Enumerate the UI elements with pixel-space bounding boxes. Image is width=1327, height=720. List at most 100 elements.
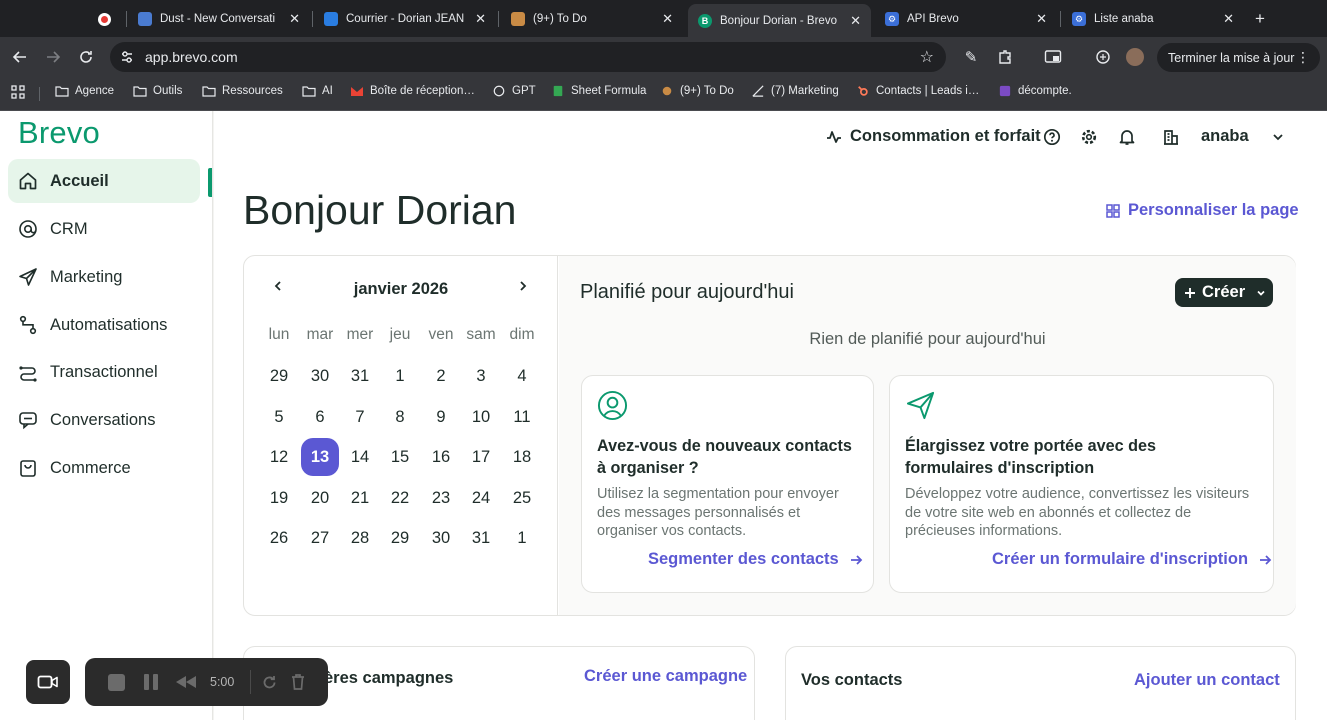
sidebar-item-automatisations[interactable]: Automatisations (8, 303, 200, 347)
sidebar-item-crm[interactable]: CRM (8, 207, 200, 251)
segment-contacts-link[interactable]: Segmenter des contacts (648, 550, 863, 569)
close-tab-icon[interactable]: ✕ (850, 13, 861, 29)
close-tab-icon[interactable]: ✕ (289, 11, 300, 27)
close-tab-icon[interactable]: ✕ (1223, 11, 1234, 27)
back-icon[interactable] (9, 46, 31, 68)
apps-grid-icon[interactable] (11, 85, 25, 99)
pen-icon[interactable]: ✎ (961, 47, 981, 67)
calendar-day-today[interactable]: 13 (301, 438, 339, 476)
bookmark-sheet-formula[interactable]: Sheet Formula (551, 85, 646, 97)
calendar-day[interactable]: 28 (341, 519, 379, 557)
update-browser-button[interactable]: Terminer la mise à jour ⋮ (1157, 43, 1320, 72)
calendar-day[interactable]: 9 (422, 398, 460, 436)
tab-liste-anaba[interactable]: ⚙ Liste anaba ✕ (1062, 5, 1244, 33)
close-tab-icon[interactable]: ✕ (662, 11, 673, 27)
notification-bell-icon[interactable] (1118, 128, 1136, 146)
bookmark-outils[interactable]: Outils (133, 85, 182, 97)
tab-api-brevo[interactable]: ⚙ API Brevo ✕ (875, 5, 1057, 33)
rewind-icon[interactable] (175, 672, 197, 692)
sidebar-item-commerce[interactable]: Commerce (8, 446, 200, 490)
brevo-logo[interactable]: Brevo (18, 115, 100, 151)
bookmark-star-icon[interactable]: ☆ (920, 47, 934, 67)
create-button[interactable]: Créer (1175, 278, 1273, 307)
calendar-day[interactable]: 8 (381, 398, 419, 436)
bookmark-agence[interactable]: Agence (55, 85, 114, 97)
tab-recording[interactable] (88, 5, 124, 33)
tab-dust[interactable]: Dust - New Conversati ✕ (128, 5, 310, 33)
calendar-day[interactable]: 16 (422, 438, 460, 476)
calendar-day[interactable]: 6 (301, 398, 339, 436)
calendar-day[interactable]: 14 (341, 438, 379, 476)
settings-gear-icon[interactable] (1080, 128, 1098, 146)
bookmark-todo[interactable]: (9+) To Do (660, 85, 734, 97)
sidebar-item-accueil[interactable]: Accueil (8, 159, 200, 203)
create-form-link[interactable]: Créer un formulaire d'inscription (992, 550, 1272, 569)
calendar-day[interactable]: 5 (260, 398, 298, 436)
stop-icon[interactable] (106, 672, 126, 692)
sidebar-item-conversations[interactable]: Conversations (8, 398, 200, 442)
calendar-day[interactable]: 11 (503, 398, 541, 436)
camera-toggle-button[interactable] (26, 660, 70, 704)
sync-icon[interactable] (1093, 47, 1113, 67)
calendar-day[interactable]: 29 (260, 357, 298, 395)
sidebar-item-transactionnel[interactable]: Transactionnel (8, 350, 200, 394)
bookmark-gpt[interactable]: GPT (492, 85, 536, 97)
calendar-day[interactable]: 1 (381, 357, 419, 395)
calendar-day[interactable]: 30 (301, 357, 339, 395)
calendar-next-icon[interactable] (517, 279, 529, 296)
more-menu-icon[interactable]: ⋮ (1296, 49, 1310, 66)
calendar-day[interactable]: 19 (260, 479, 298, 517)
plan-usage-button[interactable]: Consommation et forfait (826, 127, 1041, 146)
calendar-day[interactable]: 15 (381, 438, 419, 476)
pause-icon[interactable] (141, 672, 161, 692)
calendar-day[interactable]: 27 (301, 519, 339, 557)
calendar-day[interactable]: 21 (341, 479, 379, 517)
reload-icon[interactable] (75, 46, 97, 68)
bookmark-ressources[interactable]: Ressources (202, 85, 283, 97)
calendar-day[interactable]: 2 (422, 357, 460, 395)
site-settings-icon[interactable] (119, 49, 135, 65)
calendar-day[interactable]: 12 (260, 438, 298, 476)
calendar-day[interactable]: 24 (462, 479, 500, 517)
calendar-day[interactable]: 3 (462, 357, 500, 395)
bookmark-gmail[interactable]: Boîte de réception… (350, 85, 475, 97)
create-campaign-link[interactable]: Créer une campagne (584, 667, 747, 686)
calendar-day[interactable]: 7 (341, 398, 379, 436)
sidebar-item-marketing[interactable]: Marketing (8, 255, 200, 299)
calendar-day[interactable]: 10 (462, 398, 500, 436)
address-bar[interactable]: app.brevo.com ☆ (110, 42, 946, 72)
calendar-day[interactable]: 29 (381, 519, 419, 557)
extensions-icon[interactable] (995, 47, 1015, 67)
trash-icon[interactable] (288, 672, 308, 692)
add-contact-link[interactable]: Ajouter un contact (1134, 671, 1280, 690)
forward-icon[interactable] (42, 46, 64, 68)
calendar-day[interactable]: 31 (341, 357, 379, 395)
restart-icon[interactable] (259, 672, 279, 692)
close-tab-icon[interactable]: ✕ (1036, 11, 1047, 27)
calendar-day[interactable]: 1 (503, 519, 541, 557)
bookmark-hubspot[interactable]: Contacts | Leads i… (856, 85, 979, 97)
personalize-page-button[interactable]: Personnaliser la page (1106, 201, 1299, 220)
account-switcher[interactable]: anaba (1201, 127, 1285, 146)
calendar-day[interactable]: 18 (503, 438, 541, 476)
calendar-day[interactable]: 26 (260, 519, 298, 557)
cast-icon[interactable] (1043, 47, 1063, 67)
tab-todo[interactable]: (9+) To Do ✕ (501, 5, 683, 33)
bookmark-decompte[interactable]: décompte. (998, 85, 1072, 97)
calendar-day[interactable]: 20 (301, 479, 339, 517)
calendar-day[interactable]: 31 (462, 519, 500, 557)
bookmark-ai[interactable]: AI (302, 85, 333, 97)
bookmark-marketing[interactable]: (7) Marketing (751, 85, 839, 97)
calendar-day[interactable]: 23 (422, 479, 460, 517)
calendar-day[interactable]: 25 (503, 479, 541, 517)
calendar-day[interactable]: 30 (422, 519, 460, 557)
calendar-day[interactable]: 4 (503, 357, 541, 395)
new-tab-icon[interactable]: + (1255, 9, 1265, 29)
calendar-day[interactable]: 17 (462, 438, 500, 476)
profile-avatar[interactable] (1125, 47, 1145, 67)
tab-courrier[interactable]: Courrier - Dorian JEAN ✕ (314, 5, 496, 33)
close-tab-icon[interactable]: ✕ (475, 11, 486, 27)
help-icon[interactable] (1043, 128, 1061, 146)
calendar-day[interactable]: 22 (381, 479, 419, 517)
tab-brevo[interactable]: B Bonjour Dorian - Brevo ✕ (688, 4, 871, 37)
